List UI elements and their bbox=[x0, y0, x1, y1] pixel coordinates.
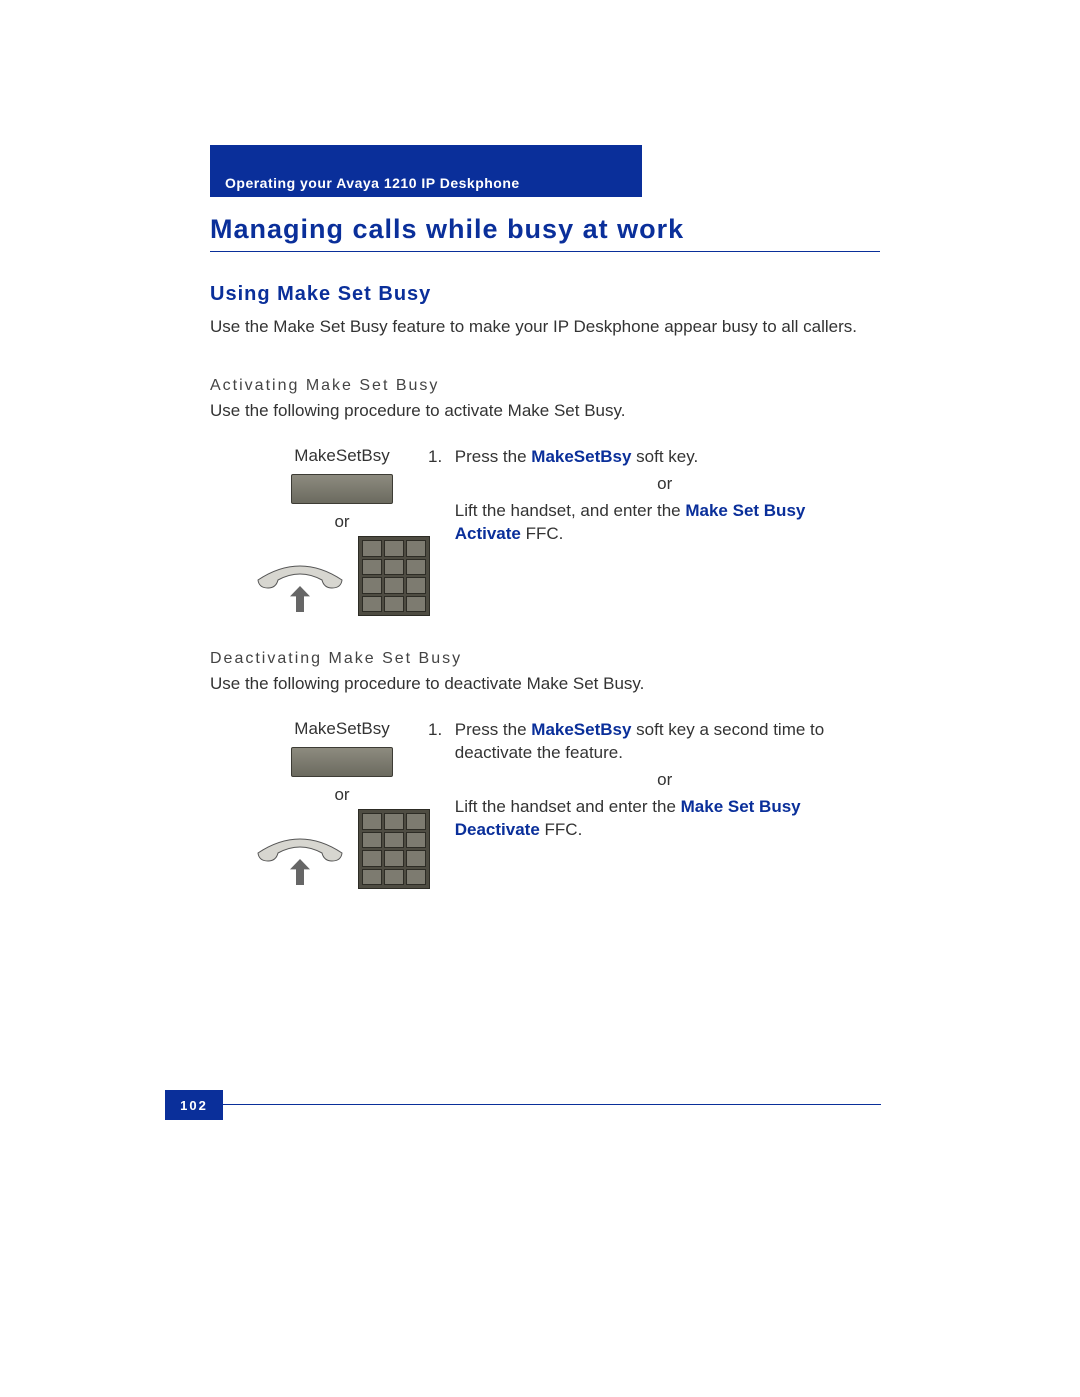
step-or: or bbox=[455, 769, 875, 792]
deactivate-step: 1. Press the MakeSetBsy soft key a secon… bbox=[428, 719, 878, 842]
keypad-icon bbox=[358, 536, 430, 616]
deactivate-icons: MakeSetBsy or bbox=[252, 719, 432, 889]
deactivate-heading: Deactivating Make Set Busy bbox=[210, 650, 462, 668]
keypad-icon bbox=[358, 809, 430, 889]
handset-keypad-icon bbox=[252, 536, 432, 616]
step-text: Press the MakeSetBsy soft key. or Lift t… bbox=[455, 446, 875, 546]
handset-icon bbox=[254, 831, 346, 867]
page-number: 102 bbox=[165, 1090, 223, 1120]
step-number: 1. bbox=[428, 719, 450, 742]
activate-icons: MakeSetBsy or bbox=[252, 446, 432, 616]
activate-heading: Activating Make Set Busy bbox=[210, 377, 439, 395]
or-label: or bbox=[252, 512, 432, 532]
step-number: 1. bbox=[428, 446, 450, 469]
handset-icon bbox=[254, 558, 346, 594]
softkey-label: MakeSetBsy bbox=[252, 446, 432, 466]
manual-page: Operating your Avaya 1210 IP Deskphone M… bbox=[0, 0, 1080, 1397]
softkey-icon bbox=[291, 747, 393, 777]
activate-lead: Use the following procedure to activate … bbox=[210, 400, 880, 423]
deactivate-lead: Use the following procedure to deactivat… bbox=[210, 673, 880, 696]
step-text: Press the MakeSetBsy soft key a second t… bbox=[455, 719, 875, 842]
section-intro: Use the Make Set Busy feature to make yo… bbox=[210, 316, 880, 339]
or-label: or bbox=[252, 785, 432, 805]
footer-rule bbox=[223, 1104, 881, 1106]
page-title: Managing calls while busy at work bbox=[210, 214, 880, 252]
activate-step: 1. Press the MakeSetBsy soft key. or Lif… bbox=[428, 446, 878, 546]
softkey-label: MakeSetBsy bbox=[252, 719, 432, 739]
chapter-title: Operating your Avaya 1210 IP Deskphone bbox=[225, 175, 520, 191]
handset-keypad-icon bbox=[252, 809, 432, 889]
section-heading: Using Make Set Busy bbox=[210, 283, 431, 306]
step-or: or bbox=[455, 473, 875, 496]
softkey-icon bbox=[291, 474, 393, 504]
